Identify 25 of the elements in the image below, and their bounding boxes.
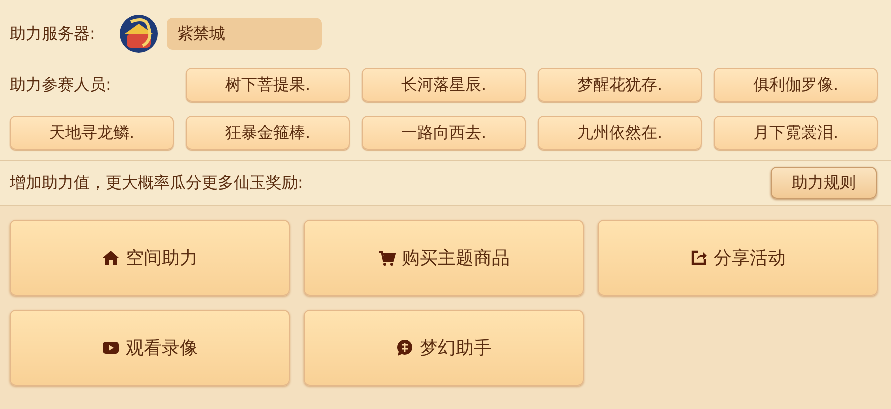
player-button[interactable]: 九州依然在.	[538, 116, 702, 150]
player-button[interactable]: 一路向西去.	[362, 116, 526, 150]
home-icon	[102, 249, 120, 267]
play-icon	[102, 339, 120, 357]
player-button[interactable]: 树下菩提果.	[186, 68, 350, 102]
action-button[interactable]: 空间助力	[10, 220, 290, 296]
player-button[interactable]: 长河落星辰.	[362, 68, 526, 102]
player-button[interactable]: 天地寻龙鳞.	[10, 116, 174, 150]
player-button[interactable]: 狂暴金箍棒.	[186, 116, 350, 150]
cart-icon	[378, 249, 396, 267]
action-button[interactable]: 分享活动	[598, 220, 878, 296]
participants-label: 助力参赛人员:	[10, 74, 112, 96]
action-button[interactable]: 购买主题商品	[304, 220, 584, 296]
action-button[interactable]: 观看录像	[10, 310, 290, 386]
server-name-field[interactable]: 紫禁城	[167, 18, 322, 50]
player-button[interactable]: 梦醒花犹存.	[538, 68, 702, 102]
player-button[interactable]: 俱利伽罗像.	[714, 68, 878, 102]
server-label: 助力服务器:	[10, 23, 96, 45]
rules-button[interactable]: 助力规则	[771, 167, 877, 199]
share-icon	[690, 249, 708, 267]
boost-description: 增加助力值，更大概率瓜分更多仙玉奖励:	[10, 172, 304, 194]
chat-bubble-icon	[396, 339, 414, 357]
action-button[interactable]: 梦幻助手	[304, 310, 584, 386]
player-button[interactable]: 月下霓裳泪.	[714, 116, 878, 150]
palace-icon	[119, 14, 160, 54]
